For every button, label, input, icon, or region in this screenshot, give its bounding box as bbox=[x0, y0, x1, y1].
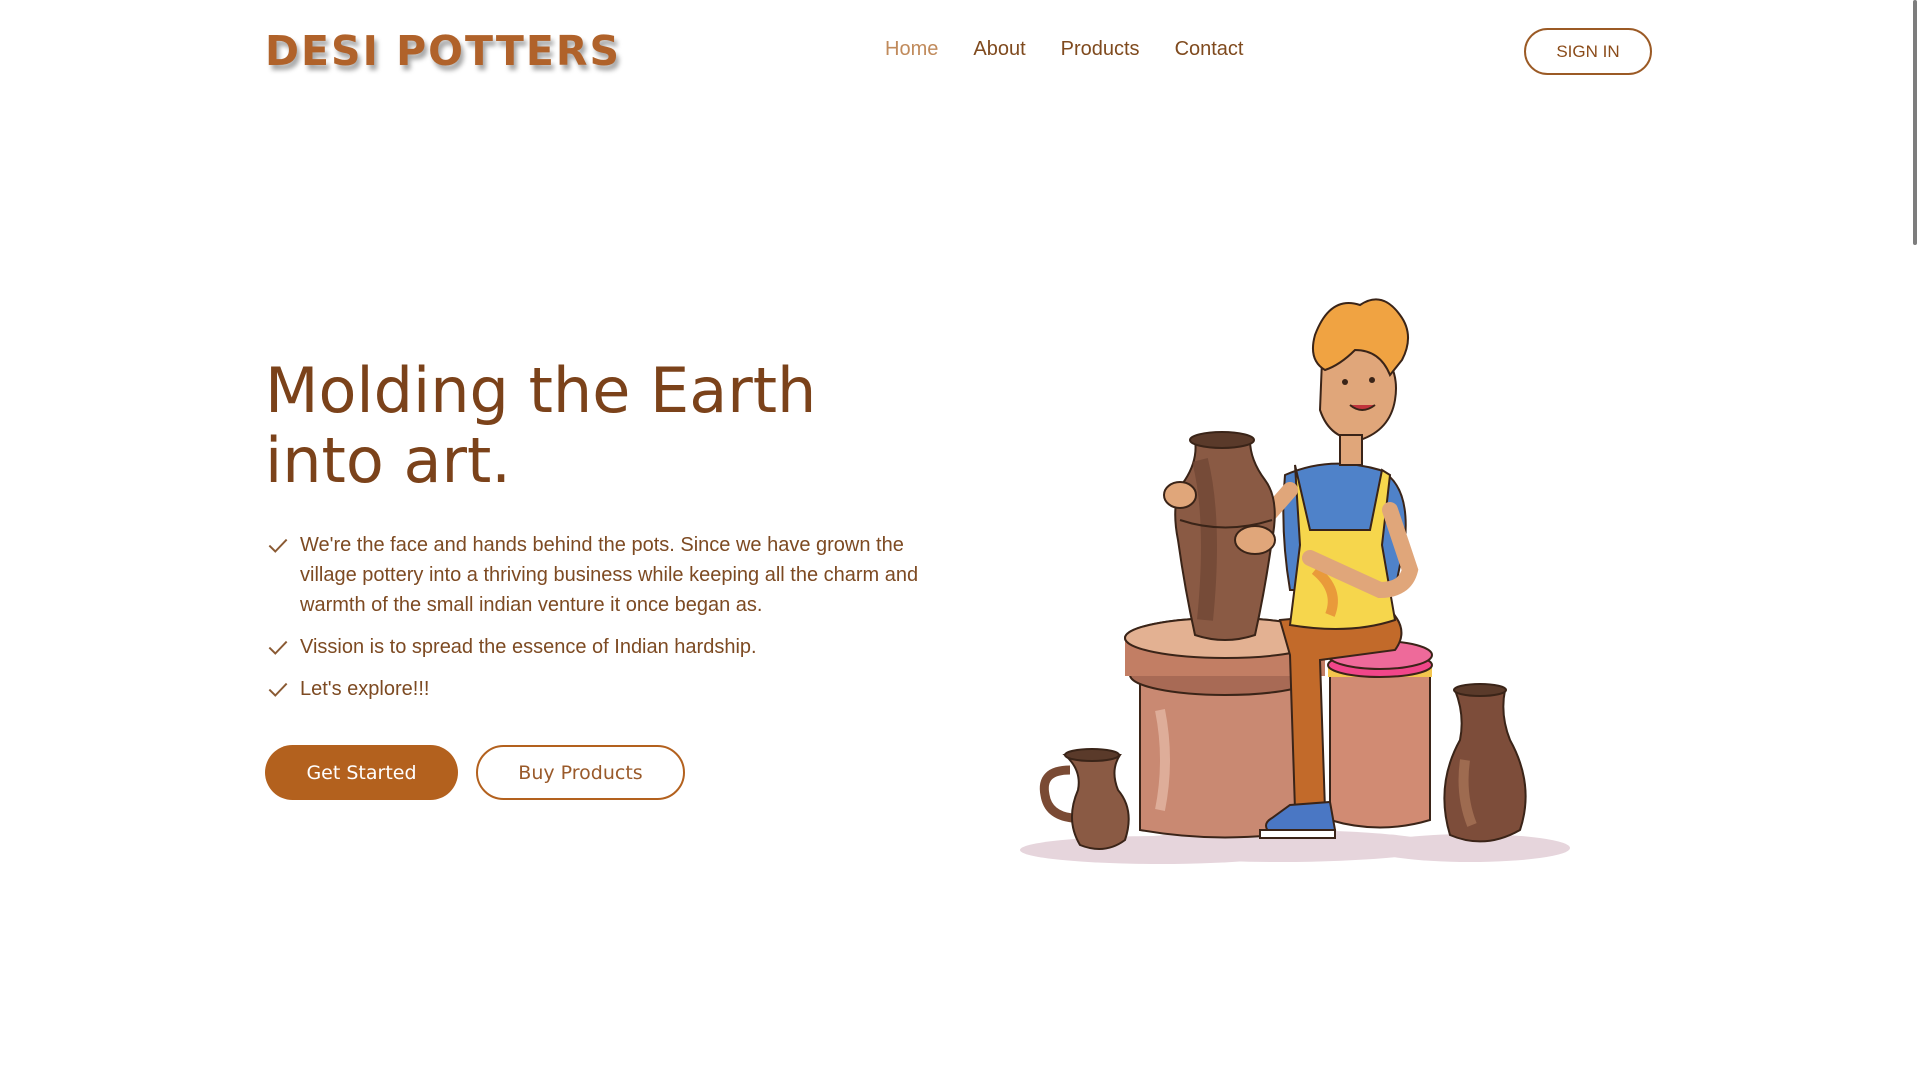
main-nav: Home About Products Contact bbox=[885, 38, 1244, 61]
nav-home-link[interactable]: Home bbox=[885, 38, 938, 61]
hero-title: Molding the Earth into art. bbox=[265, 354, 817, 497]
nav-contact-link[interactable]: Contact bbox=[1175, 38, 1244, 61]
potter-at-wheel-illustration bbox=[1020, 298, 1570, 864]
get-started-button[interactable]: Get Started bbox=[265, 745, 458, 800]
brand-logo[interactable]: DESI POTTERS bbox=[265, 27, 621, 75]
check-icon bbox=[268, 640, 288, 655]
feature-text: We're the face and hands behind the pots… bbox=[300, 534, 919, 616]
nav-products-link[interactable]: Products bbox=[1061, 38, 1140, 61]
sign-in-button[interactable]: SIGN IN bbox=[1524, 28, 1652, 75]
check-icon bbox=[268, 682, 288, 697]
feature-text: Let's explore!!! bbox=[300, 678, 430, 700]
nav-about-link[interactable]: About bbox=[973, 38, 1025, 61]
feature-item: We're the face and hands behind the pots… bbox=[265, 530, 945, 620]
buy-products-button[interactable]: Buy Products bbox=[476, 745, 685, 800]
feature-text: Vission is to spread the essence of Indi… bbox=[300, 636, 757, 658]
feature-item: Let's explore!!! bbox=[265, 674, 945, 704]
page-scrollbar[interactable] bbox=[1906, 0, 1920, 1080]
feature-item: Vission is to spread the essence of Indi… bbox=[265, 632, 945, 662]
check-icon bbox=[268, 538, 288, 553]
scrollbar-thumb[interactable] bbox=[1913, 0, 1917, 245]
feature-list: We're the face and hands behind the pots… bbox=[265, 530, 945, 716]
site-header: DESI POTTERS Home About Products Contact… bbox=[0, 0, 1906, 104]
